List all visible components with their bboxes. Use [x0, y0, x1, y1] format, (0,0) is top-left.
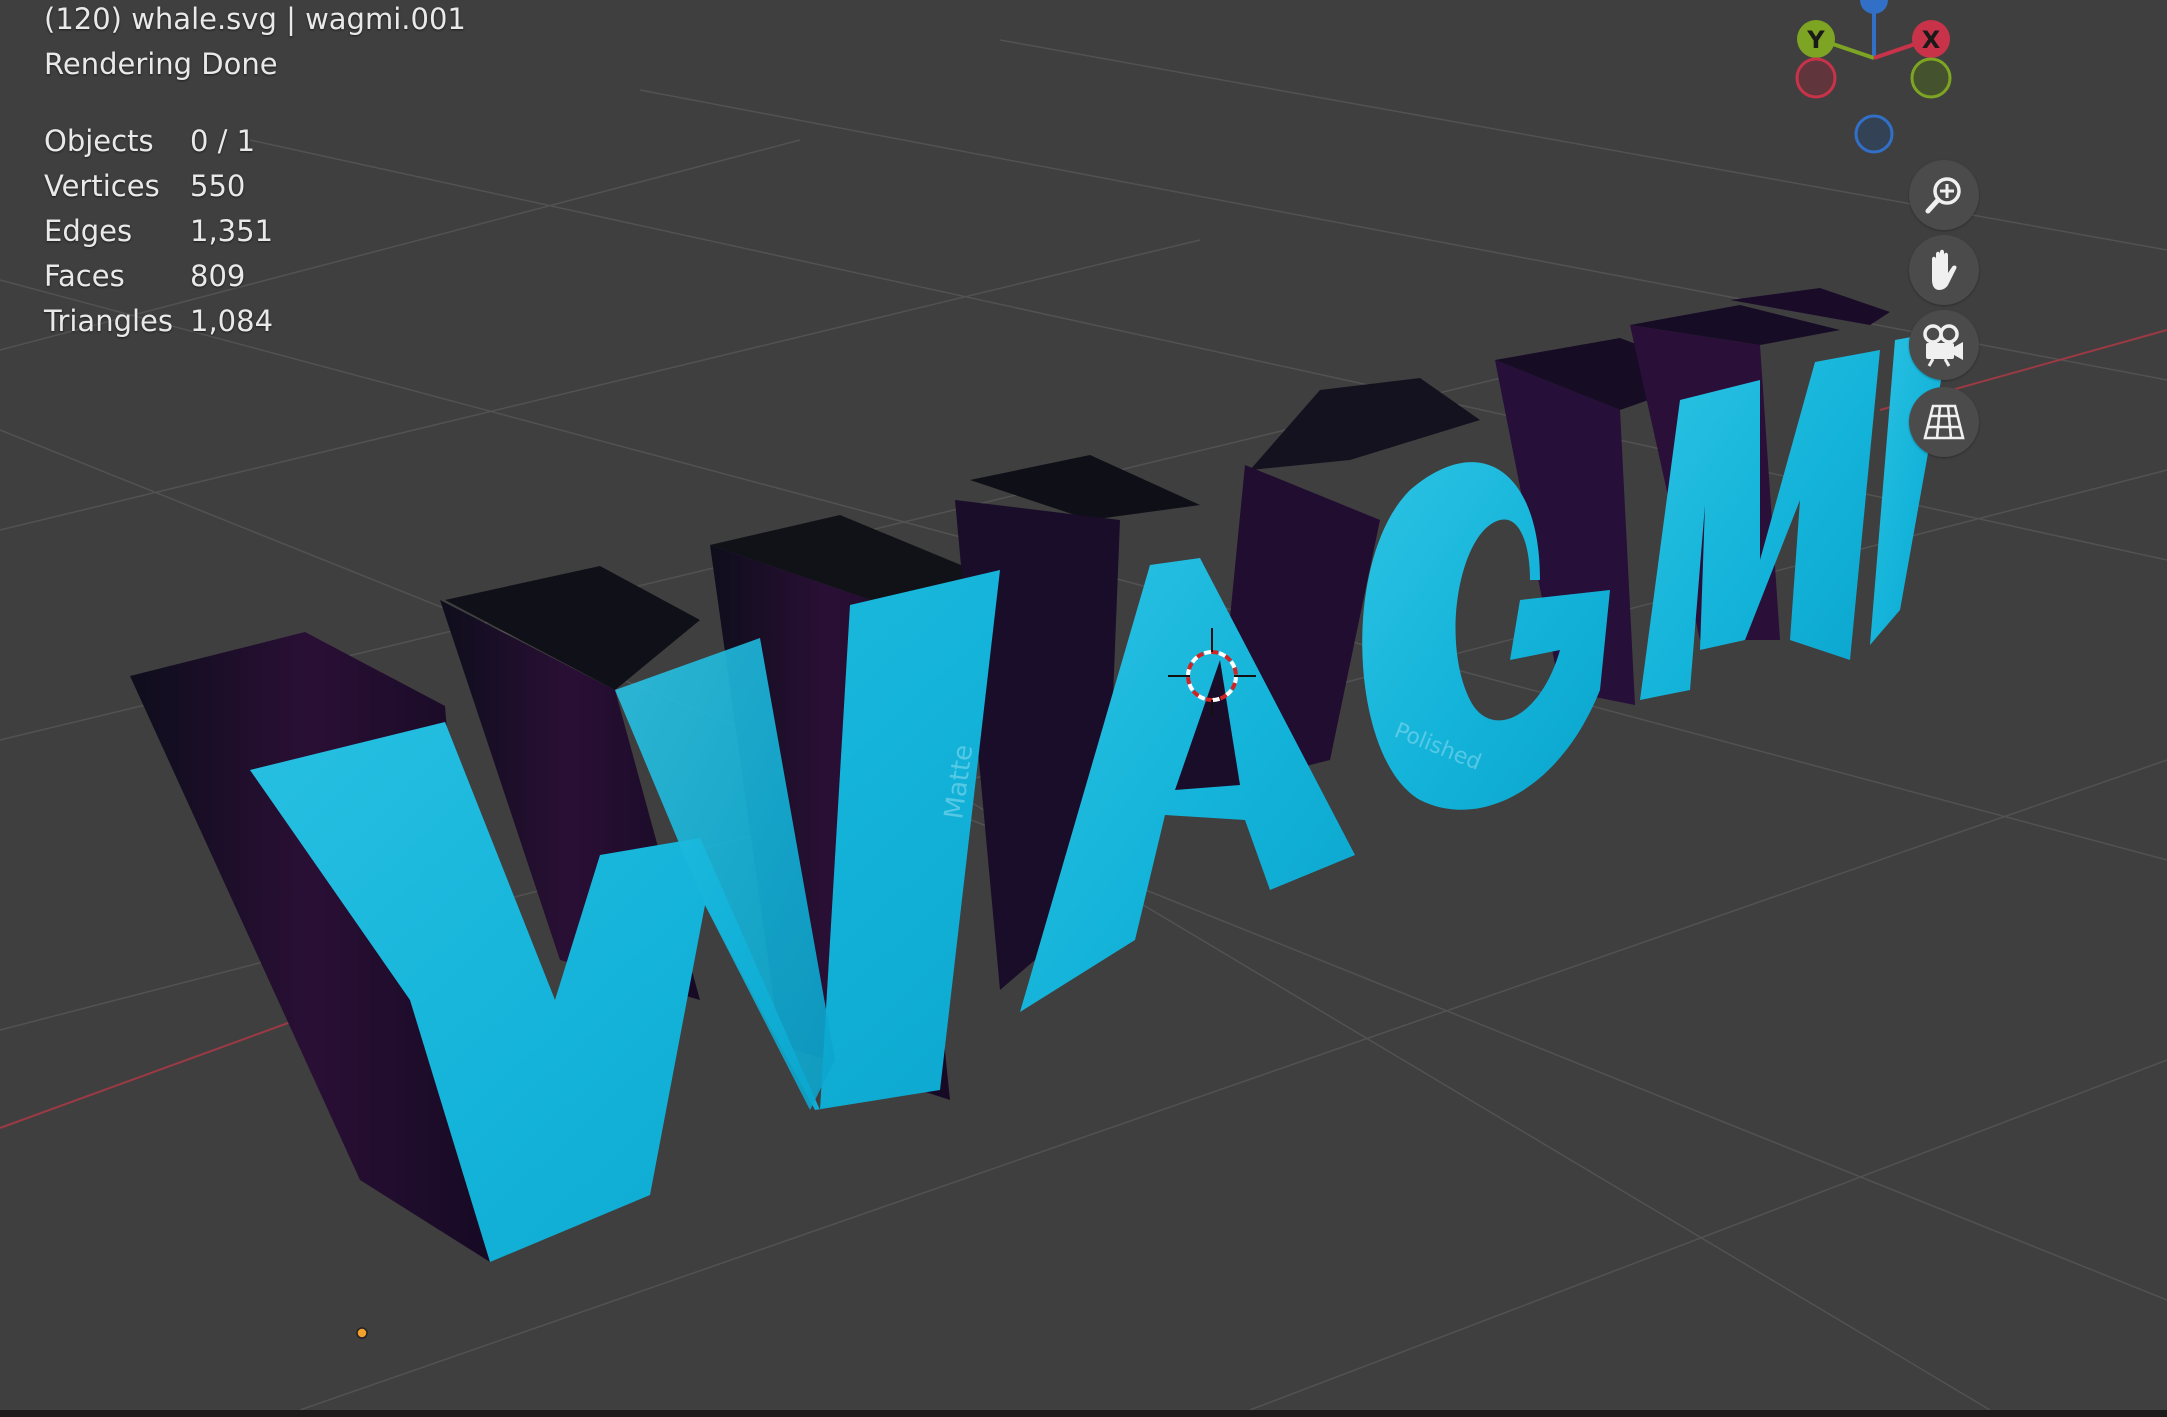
hand-icon — [1932, 249, 1957, 290]
neg-x-axis-handle[interactable] — [1795, 57, 1837, 99]
scene-statistics: Objects 0 / 1 Vertices 550 Edges 1,351 F… — [44, 119, 273, 344]
y-axis-label: Y — [1806, 26, 1825, 54]
stat-row-triangles: Triangles 1,084 — [44, 299, 273, 344]
neg-z-axis-handle[interactable] — [1854, 114, 1894, 154]
navigation-gizmo[interactable]: Y X — [1780, 0, 1960, 160]
stat-row-edges: Edges 1,351 — [44, 209, 273, 254]
camera-icon — [1923, 324, 1963, 367]
stat-label: Triangles — [44, 304, 173, 338]
zoom-button[interactable] — [1909, 160, 1979, 230]
perspective-toggle-button[interactable] — [1909, 387, 1979, 457]
viewport-header-title: (120) whale.svg | wagmi.001 — [44, 2, 466, 36]
zoom-in-icon — [1925, 177, 1961, 214]
render-status: Rendering Done — [44, 47, 278, 81]
stat-value: 1,084 — [190, 304, 274, 338]
stat-value: 0 / 1 — [190, 124, 256, 158]
grid-perspective-icon — [1923, 404, 1965, 440]
wagmi-3d-object: Matte Polished — [130, 288, 1950, 1262]
3d-viewport[interactable]: Matte Polished (120) whale.svg | wagmi.0… — [0, 0, 2167, 1410]
camera-view-button[interactable] — [1909, 310, 1979, 380]
stat-label: Objects — [44, 124, 154, 158]
stat-row-vertices: Vertices 550 — [44, 164, 273, 209]
stat-row-objects: Objects 0 / 1 — [44, 119, 273, 164]
viewport-scene: Matte Polished — [0, 39, 2167, 1410]
pan-button[interactable] — [1909, 235, 1979, 305]
viewport-bottom-border — [0, 1410, 2167, 1417]
object-origin-dot — [356, 1327, 368, 1339]
stat-row-faces: Faces 809 — [44, 254, 273, 299]
stat-label: Vertices — [44, 169, 160, 203]
stat-value: 550 — [190, 169, 246, 203]
stat-value: 809 — [190, 259, 246, 293]
stat-label: Faces — [44, 259, 125, 293]
z-axis-handle[interactable] — [1860, 0, 1888, 14]
stat-value: 1,351 — [190, 214, 274, 248]
neg-y-axis-handle[interactable] — [1910, 57, 1952, 99]
stat-label: Edges — [44, 214, 133, 248]
x-axis-label: X — [1922, 26, 1941, 54]
